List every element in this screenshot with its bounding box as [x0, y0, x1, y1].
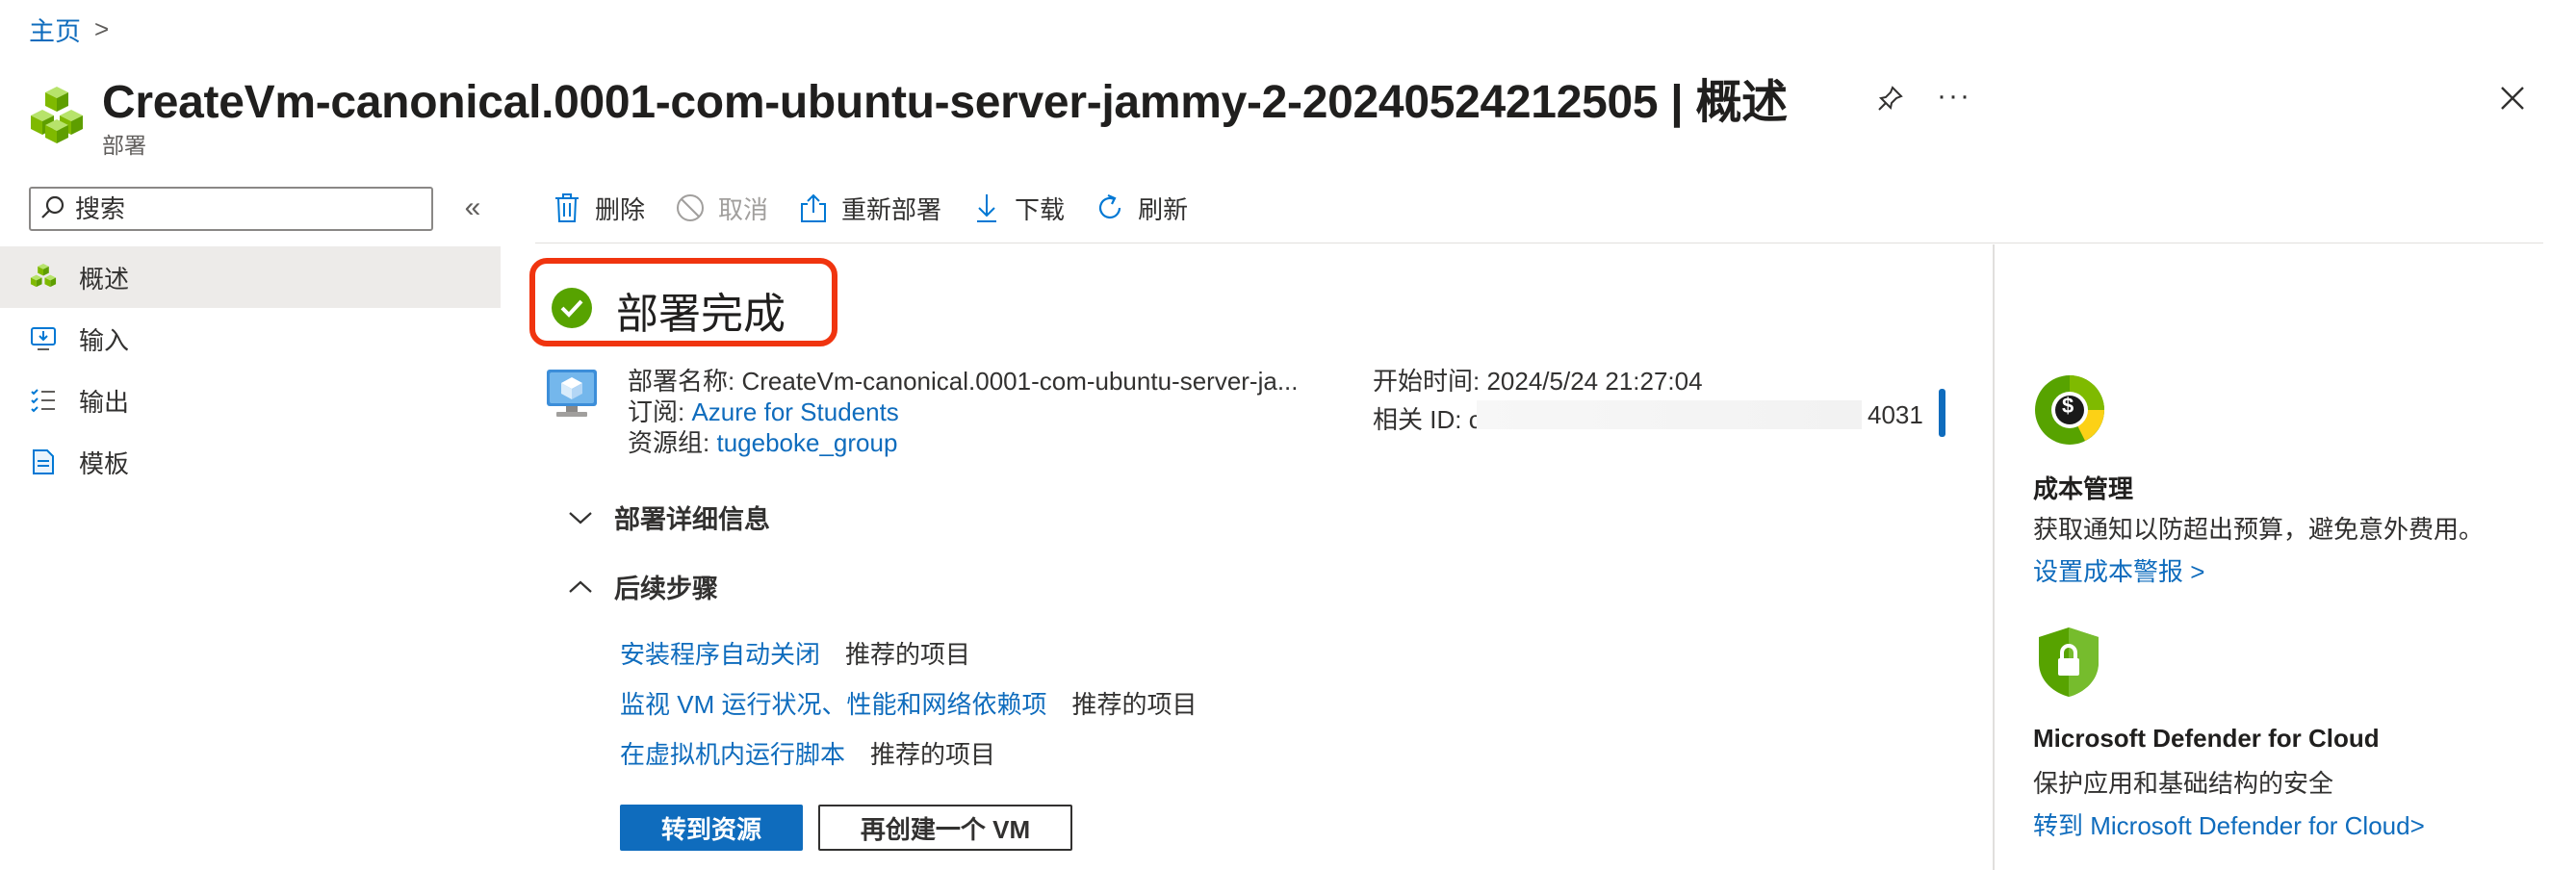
refresh-label: 刷新	[1138, 194, 1189, 224]
defender-card-title: Microsoft Defender for Cloud	[2033, 724, 2380, 753]
sidebar-item-overview[interactable]: 概述	[0, 246, 501, 308]
next-step-link[interactable]: 安装程序自动关闭	[620, 635, 820, 671]
redeploy-label: 重新部署	[841, 194, 942, 224]
deployment-cubes-icon	[27, 85, 87, 144]
redacted-correlation-id	[1477, 400, 1862, 429]
page-title: CreateVm-canonical.0001-com-ubuntu-serve…	[102, 77, 1788, 128]
command-bar: 删除 取消 重新部署 下载 刷新	[551, 187, 1188, 229]
chevron-up-icon	[566, 573, 595, 601]
delete-button[interactable]: 删除	[551, 191, 645, 226]
breadcrumb: 主页 >	[29, 12, 109, 46]
cost-card-description: 获取通知以防超出预算，避免意外费用。	[2033, 515, 2485, 544]
cancel-label: 取消	[718, 194, 769, 224]
download-button[interactable]: 下载	[970, 191, 1065, 226]
correlation-id-label-row: 相关 ID: c	[1373, 400, 1481, 436]
sidebar-item-outputs[interactable]: 输出	[0, 370, 501, 431]
next-step-link[interactable]: 在虚拟机内运行脚本	[620, 735, 845, 771]
refresh-icon	[1094, 192, 1126, 224]
download-label: 下载	[1015, 194, 1066, 224]
deployment-name-value: CreateVm-canonical.0001-com-ubuntu-serve…	[741, 367, 1299, 396]
close-icon[interactable]	[2491, 77, 2534, 119]
refresh-button[interactable]: 刷新	[1094, 191, 1188, 226]
success-check-icon	[551, 287, 593, 329]
defender-card-description: 保护应用和基础结构的安全	[2033, 769, 2334, 798]
breadcrumb-separator: >	[94, 13, 110, 43]
sidebar-item-label: 模板	[79, 448, 130, 478]
start-time-label: 开始时间:	[1373, 367, 1481, 396]
cost-alert-link[interactable]: 设置成本警报 >	[2033, 552, 2204, 588]
sidebar-nav: 概述 输入 输出 模板	[0, 246, 501, 493]
sidebar-item-label: 输出	[79, 387, 130, 417]
redeploy-button[interactable]: 重新部署	[797, 191, 941, 226]
sidebar-item-inputs[interactable]: 输入	[0, 308, 501, 370]
next-steps-toggle[interactable]: 后续步骤	[566, 568, 718, 605]
deployment-details-toggle[interactable]: 部署详细信息	[566, 499, 770, 536]
search-input[interactable]	[75, 193, 402, 224]
correlation-id-suffix: 4031	[1868, 400, 1923, 429]
chevron-down-icon	[566, 503, 595, 532]
next-step-tag: 推荐的项目	[845, 640, 971, 669]
cancel-icon	[674, 192, 707, 224]
trash-icon	[551, 192, 583, 224]
deployment-name-label: 部署名称:	[628, 367, 735, 396]
sidebar-item-label: 输入	[79, 325, 130, 355]
subscription-link[interactable]: Azure for Students	[691, 397, 898, 426]
cost-card-title: 成本管理	[2033, 474, 2134, 503]
vm-deployment-icon	[545, 368, 599, 420]
defender-shield-icon	[2035, 626, 2102, 704]
collapse-sidebar-button[interactable]: «	[456, 191, 489, 225]
input-icon	[29, 324, 58, 353]
upload-icon	[797, 192, 830, 224]
start-time-value: 2024/5/24 21:27:04	[1486, 367, 1703, 396]
cost-management-icon: $	[2031, 371, 2108, 453]
defender-link[interactable]: 转到 Microsoft Defender for Cloud>	[2033, 806, 2425, 842]
output-list-icon	[29, 386, 58, 415]
deployment-status: 部署完成	[616, 291, 786, 338]
next-step-tag: 推荐的项目	[870, 740, 996, 769]
deployment-cubes-icon	[29, 263, 58, 292]
page-subtitle: 部署	[102, 133, 146, 158]
correlation-id-label: 相关 ID:	[1373, 405, 1462, 434]
start-time-row: 开始时间: 2024/5/24 21:27:04	[1373, 362, 1703, 397]
delete-label: 删除	[595, 194, 646, 224]
dollar-symbol: $	[2062, 394, 2074, 418]
breadcrumb-home-link[interactable]: 主页	[29, 11, 81, 48]
template-icon	[29, 448, 58, 476]
subscription-label: 订阅:	[628, 397, 685, 426]
next-step-link[interactable]: 监视 VM 运行状况、性能和网络依赖项	[620, 685, 1046, 721]
scrollbar-thumb[interactable]	[1939, 389, 1945, 437]
go-to-resource-button[interactable]: 转到资源	[620, 805, 803, 851]
search-field[interactable]	[29, 187, 433, 231]
list-item: 监视 VM 运行状况、性能和网络依赖项 推荐的项目	[620, 685, 1197, 721]
next-steps-header: 后续步骤	[614, 575, 718, 603]
search-icon	[40, 194, 65, 224]
pin-icon[interactable]	[1871, 79, 1910, 117]
download-icon	[970, 192, 1003, 224]
sidebar-item-template[interactable]: 模板	[0, 431, 501, 493]
next-step-tag: 推荐的项目	[1071, 690, 1198, 719]
resource-group-row: 资源组: tugeboke_group	[628, 423, 897, 459]
resource-group-link[interactable]: tugeboke_group	[716, 428, 897, 457]
cancel-button[interactable]: 取消	[674, 191, 768, 226]
list-item: 在虚拟机内运行脚本 推荐的项目	[620, 735, 995, 771]
sidebar-item-label: 概述	[79, 264, 130, 294]
deployment-details-header: 部署详细信息	[614, 505, 770, 534]
more-options-button[interactable]: ···	[1933, 77, 1975, 115]
resource-group-label: 资源组:	[628, 428, 710, 457]
panel-divider	[1993, 244, 1995, 870]
list-item: 安装程序自动关闭 推荐的项目	[620, 635, 970, 671]
create-another-vm-button[interactable]: 再创建一个 VM	[818, 805, 1072, 851]
